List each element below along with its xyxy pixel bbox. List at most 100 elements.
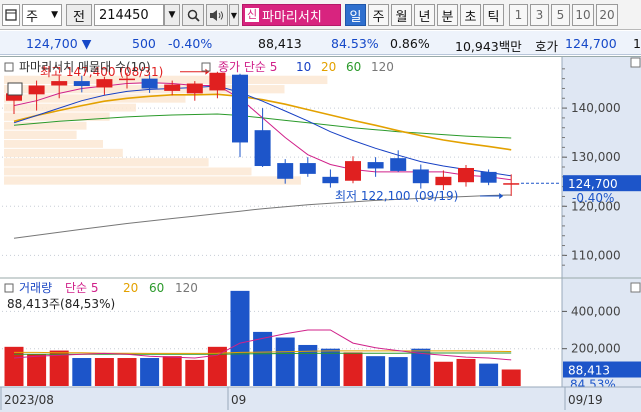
- volume-bar: [343, 352, 363, 386]
- period-tab-5[interactable]: 초: [460, 4, 481, 26]
- down-arrow-icon: ▼: [81, 36, 92, 51]
- interval-button-20[interactable]: 20: [596, 4, 618, 26]
- candle-body: [390, 158, 407, 171]
- price-change-pct: -0.40%: [168, 36, 213, 51]
- current-price-axis-label: 124,700: [568, 177, 618, 191]
- candle-body: [28, 85, 45, 95]
- candle-body: [164, 84, 181, 91]
- search-button[interactable]: [182, 4, 204, 26]
- code-search-label: 전: [73, 9, 85, 25]
- pane-resize-icon: [630, 282, 641, 293]
- volume-legend-item: 거래량: [19, 281, 52, 295]
- candle-body: [277, 163, 294, 179]
- period-tab-1[interactable]: 주: [368, 4, 389, 26]
- date-axis-label: 09/19: [568, 393, 603, 407]
- interval-button-1[interactable]: 1: [509, 4, 528, 26]
- volume-legend-item: 120: [175, 281, 198, 295]
- volume-bar: [275, 337, 295, 386]
- chart-area[interactable]: 140,000 130,000 120,000 110,000 124,700 -0.40…: [0, 56, 641, 412]
- candle-body: [119, 78, 135, 81]
- price-legend-item: 60: [346, 60, 361, 74]
- chart-svg[interactable]: 140,000130,000120,000110,000124,700-0.40…: [0, 56, 641, 412]
- price-change: 500: [132, 36, 156, 51]
- current-change-axis-label: -0.40%: [572, 191, 614, 205]
- code-dropdown-button[interactable]: ▼: [164, 4, 180, 26]
- quote-cut-value: 1: [633, 36, 641, 51]
- candle-body: [345, 161, 361, 181]
- current-volume-axis-label: 88,413: [568, 364, 610, 378]
- candle-body: [322, 176, 339, 184]
- volume-profile-bar: [4, 148, 123, 158]
- market-select-value: 주: [26, 9, 38, 25]
- toolbar: 주 ▼ 전 214450 ▼ ▼ 신 파마리서치 일 주 월 년 분 초 틱 1 3 5 10 20: [0, 0, 641, 30]
- interval-button-5[interactable]: 5: [551, 4, 570, 26]
- volume-axis-label: 200,000: [571, 342, 621, 356]
- pane-resize-icon: [630, 57, 641, 68]
- volume-bar: [320, 348, 340, 386]
- market-select[interactable]: 주 ▼: [22, 4, 62, 26]
- low-price-annotation: 최저 122,100 (09/19): [335, 189, 458, 203]
- date-axis-label: 2023/08: [4, 393, 54, 407]
- volume-profile-bar: [4, 158, 209, 167]
- period-tab-4[interactable]: 분: [437, 4, 458, 26]
- sin-badge-icon: 신: [245, 8, 259, 22]
- candle-body: [186, 83, 203, 94]
- chart-window: 주 ▼ 전 214450 ▼ ▼ 신 파마리서치 일 주 월 년 분 초 틱 1 3 5 10 20 …: [0, 0, 641, 412]
- date-axis-label: 09: [231, 393, 246, 407]
- price-pane-title: 파마리서치 매물대 수(10): [19, 60, 151, 74]
- bid-label: 호가: [535, 39, 559, 54]
- volume-profile-bar: [4, 140, 103, 148]
- volume-bar: [501, 369, 521, 386]
- volume-value: 88,413: [258, 36, 302, 51]
- sound-dropdown-button[interactable]: ▼: [229, 4, 239, 26]
- stock-name-label: 파마리서치: [262, 9, 322, 25]
- candle-body: [254, 130, 271, 167]
- volume-profile-bar: [4, 130, 77, 140]
- speaker-icon: [210, 9, 223, 21]
- period-tab-2[interactable]: 월: [391, 4, 412, 26]
- chevron-down-icon: ▼: [168, 10, 176, 20]
- volume-bar: [185, 359, 205, 386]
- candle-body: [480, 171, 497, 183]
- volume-ratio: 84.53%: [331, 36, 379, 51]
- code-search-button[interactable]: 전: [66, 4, 92, 26]
- search-icon: [187, 9, 200, 22]
- volume-axis-label: 400,000: [571, 304, 621, 318]
- candle-body: [232, 74, 248, 143]
- volume-bar: [479, 363, 499, 386]
- current-price: 124,700 ▼: [26, 36, 91, 51]
- interval-button-3[interactable]: 3: [530, 4, 549, 26]
- window-icon[interactable]: [2, 4, 20, 26]
- price-legend-item: 20: [321, 60, 336, 74]
- volume-bar: [162, 356, 182, 386]
- period-tab-3[interactable]: 년: [414, 4, 435, 26]
- sound-button[interactable]: [206, 4, 228, 26]
- date-axis-background: [0, 387, 641, 412]
- volume-info: 88,413주(84,53%): [7, 297, 115, 311]
- volume-bar: [433, 361, 453, 386]
- candle-body: [96, 79, 113, 88]
- candle-body: [141, 78, 158, 89]
- calculator-icon: [7, 82, 23, 96]
- price-axis-label: 110,000: [571, 248, 621, 262]
- price-legend-item: 10: [296, 60, 311, 74]
- stock-code-input[interactable]: 214450: [94, 4, 164, 26]
- candle-body: [503, 183, 520, 185]
- stock-name-button[interactable]: 신 파마리서치: [242, 4, 341, 26]
- volume-bar: [94, 358, 114, 386]
- volume-bar: [230, 290, 250, 386]
- quote-bar: 124,700 ▼ 500 -0.40% 88,413 84.53% 0.86%…: [0, 31, 641, 55]
- volume-profile-bar: [4, 176, 301, 185]
- volume-bar: [117, 358, 137, 386]
- interval-button-10[interactable]: 10: [572, 4, 594, 26]
- turnover-rate: 0.86%: [390, 36, 430, 51]
- volume-bar: [140, 358, 160, 386]
- candle-body: [299, 163, 316, 174]
- volume-bar: [388, 357, 408, 386]
- period-tab-6[interactable]: 틱: [483, 4, 504, 26]
- volume-bar: [72, 358, 92, 386]
- candle-body: [367, 162, 384, 169]
- volume-legend-item: 단순 5: [65, 281, 99, 295]
- period-tab-0[interactable]: 일: [345, 4, 366, 26]
- volume-legend-item: 20: [123, 281, 138, 295]
